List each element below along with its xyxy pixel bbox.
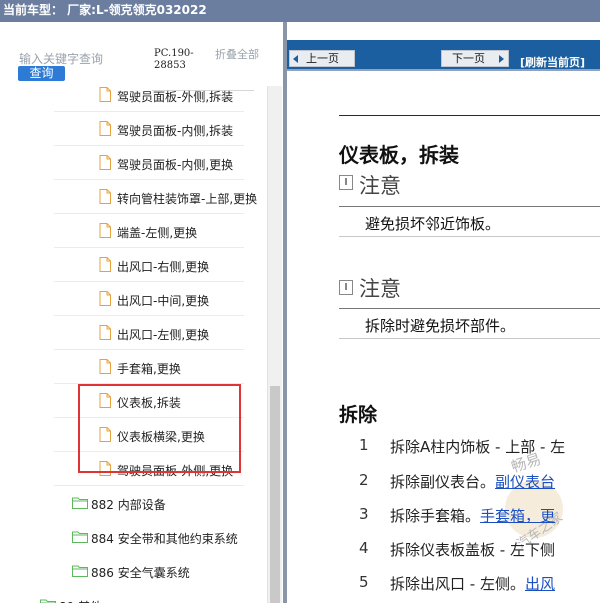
tree-doc-item[interactable]: 出风口-右侧,更换 bbox=[0, 248, 267, 282]
section-title: 拆除 bbox=[339, 404, 378, 426]
folder-icon bbox=[72, 564, 88, 577]
prev-page-label: 上一页 bbox=[306, 52, 339, 65]
document-icon bbox=[99, 359, 111, 374]
refresh-page-link[interactable]: [刷新当前页] bbox=[520, 54, 585, 70]
tree-doc-item[interactable]: 端盖-左侧,更换 bbox=[0, 214, 267, 248]
query-button[interactable]: 查询 bbox=[18, 66, 65, 81]
window-title-bar: 当前车型： 厂家:L-领克领克032022 bbox=[0, 0, 600, 22]
tree-doc-item[interactable]: 驾驶员面板-内侧,更换 bbox=[0, 146, 267, 180]
tree-item-label: 882 内部设备 bbox=[91, 498, 166, 512]
step-number: 3 bbox=[359, 505, 369, 523]
tree-scrollbar[interactable] bbox=[267, 86, 282, 603]
tree-item-label: 出风口-中间,更换 bbox=[117, 294, 210, 308]
document-panel: 上一页 下一页 [刷新当前页] 仪表板，拆装 注意 避免损坏邻近饰板。 注意 拆… bbox=[287, 22, 600, 603]
caution-divider bbox=[339, 308, 600, 309]
next-page-button[interactable]: 下一页 bbox=[441, 50, 509, 67]
step-link[interactable]: 手套箱，更 bbox=[480, 507, 555, 525]
document-icon bbox=[99, 189, 111, 204]
tree-item-label: 手套箱,更换 bbox=[117, 362, 181, 376]
scrollbar-thumb[interactable] bbox=[270, 386, 280, 603]
step-text: 拆除副仪表台。副仪表台 bbox=[390, 471, 555, 492]
caution-icon bbox=[339, 280, 353, 295]
left-panel: 查询 PC.190-28853 折叠全部 驾驶员面板-外侧,拆装驾驶员面板-内侧… bbox=[0, 22, 283, 603]
page-navigation-bar: 上一页 下一页 [刷新当前页] bbox=[287, 40, 600, 69]
caution-divider bbox=[339, 206, 600, 207]
step-number: 1 bbox=[359, 436, 369, 454]
step-text: 拆除出风口 - 左侧。出风 bbox=[390, 573, 555, 594]
tree-item-label: 886 安全气囊系统 bbox=[91, 566, 190, 580]
tree-doc-item[interactable]: 驾驶员面板-内侧,拆装 bbox=[0, 112, 267, 146]
tree-item-label: 89 其他 bbox=[59, 598, 102, 603]
caution-text: 拆除时避免损坏部件。 bbox=[365, 317, 516, 335]
tree-doc-item[interactable]: 出风口-中间,更换 bbox=[0, 282, 267, 316]
tree-item-label: 转向管柱装饰罩-上部,更换 bbox=[117, 192, 258, 206]
document-icon bbox=[99, 121, 111, 136]
document-icon bbox=[99, 155, 111, 170]
step-number: 2 bbox=[359, 471, 369, 489]
step-number: 4 bbox=[359, 539, 369, 557]
step-description: 拆除出风口 - 左侧。 bbox=[390, 575, 525, 593]
tree-doc-item[interactable]: 驾驶员面板-外侧,拆装 bbox=[0, 86, 267, 112]
step-text: 拆除手套箱。手套箱，更 bbox=[390, 505, 555, 526]
tree-folder-item[interactable]: 882 内部设备 bbox=[0, 486, 267, 520]
caution-icon bbox=[339, 175, 353, 190]
step-link[interactable]: 副仪表台 bbox=[495, 473, 555, 491]
pc-code-label: PC.190-28853 bbox=[154, 48, 194, 71]
step-text: 拆除A柱内饰板 - 上部 - 左 bbox=[390, 436, 565, 457]
caution-bottom-line bbox=[339, 236, 600, 237]
folder-icon bbox=[72, 530, 88, 543]
arrow-right-icon bbox=[499, 55, 504, 63]
tree-doc-item[interactable]: 出风口-左侧,更换 bbox=[0, 316, 267, 350]
caution-text: 避免损坏邻近饰板。 bbox=[365, 215, 501, 233]
step-description: 拆除副仪表台。 bbox=[390, 473, 496, 491]
tree-item-label: 驾驶员面板-内侧,拆装 bbox=[117, 124, 234, 138]
step-text: 拆除仪表板盖板 - 左下侧 bbox=[390, 539, 555, 560]
caution-title: 注意 bbox=[359, 277, 401, 301]
document-icon bbox=[99, 223, 111, 238]
step-description: 拆除仪表板盖板 - 左下侧 bbox=[390, 541, 555, 559]
caution-bottom-line bbox=[339, 338, 600, 339]
tree-folder-item[interactable]: 886 安全气囊系统 bbox=[0, 554, 267, 588]
tree-item-label: 出风口-右侧,更换 bbox=[117, 260, 210, 274]
document-icon bbox=[99, 87, 111, 102]
tree-folder-item[interactable]: 89 其他 bbox=[0, 588, 267, 603]
folder-icon bbox=[72, 496, 88, 509]
collapse-all-link[interactable]: 折叠全部 bbox=[215, 48, 263, 61]
document-icon bbox=[99, 291, 111, 306]
document-title: 仪表板，拆装 bbox=[339, 143, 459, 167]
document-icon bbox=[99, 257, 111, 272]
prev-page-button[interactable]: 上一页 bbox=[289, 50, 355, 67]
tree-doc-item[interactable]: 手套箱,更换 bbox=[0, 350, 267, 384]
tree-item-label: 端盖-左侧,更换 bbox=[117, 226, 198, 240]
document-icon bbox=[99, 325, 111, 340]
caution-title: 注意 bbox=[359, 174, 401, 198]
tree-doc-item[interactable]: 转向管柱装饰罩-上部,更换 bbox=[0, 180, 267, 214]
tree-folder-item[interactable]: 884 安全带和其他约束系统 bbox=[0, 520, 267, 554]
next-page-label: 下一页 bbox=[452, 52, 485, 65]
highlight-box bbox=[78, 384, 241, 473]
tree-item-label: 884 安全带和其他约束系统 bbox=[91, 532, 238, 546]
step-description: 拆除A柱内饰板 - 上部 - 左 bbox=[390, 438, 566, 456]
step-description: 拆除手套箱。 bbox=[390, 507, 481, 525]
step-number: 5 bbox=[359, 573, 369, 591]
step-link[interactable]: 出风 bbox=[525, 575, 555, 593]
document-rule bbox=[339, 115, 600, 116]
tree-item-label: 出风口-左侧,更换 bbox=[117, 328, 210, 342]
navigation-tree: 驾驶员面板-外侧,拆装 驾驶员面板-内侧,拆装 驾驶员面板-内侧,更换转向管柱装饰罩… bbox=[0, 86, 267, 603]
search-area: 查询 PC.190-28853 折叠全部 bbox=[0, 22, 283, 86]
arrow-left-icon bbox=[293, 55, 298, 63]
nav-divider bbox=[287, 69, 600, 71]
tree-item-label: 驾驶员面板-内侧,更换 bbox=[117, 158, 234, 172]
folder-icon bbox=[40, 598, 56, 603]
tree-item-label: 驾驶员面板-外侧,拆装 bbox=[117, 90, 234, 104]
